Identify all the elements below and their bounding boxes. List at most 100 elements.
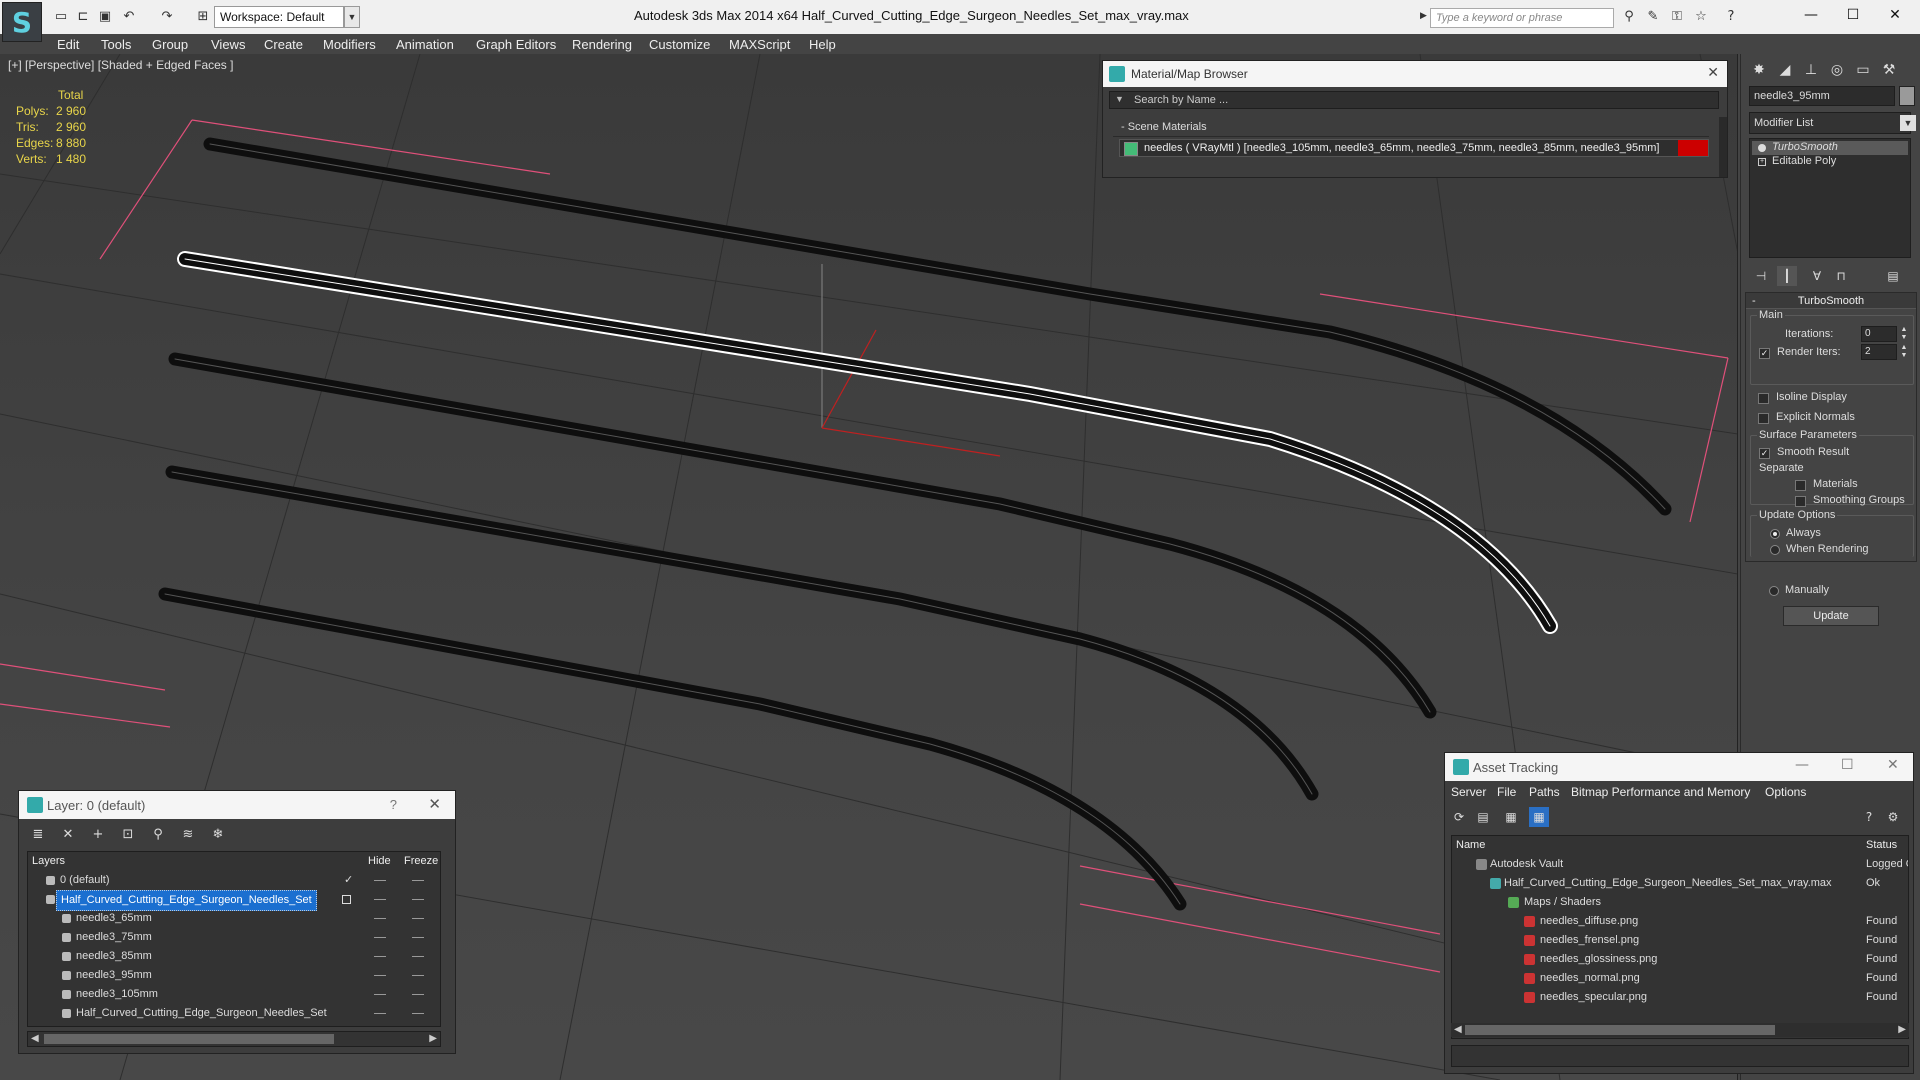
horizontal-scrollbar[interactable]: ◀ ▶ bbox=[1451, 1023, 1909, 1037]
modifier-list-dropdown[interactable]: Modifier List ▼ bbox=[1749, 112, 1916, 134]
add-to-layer-icon[interactable]: + bbox=[87, 825, 109, 845]
create-tab-icon[interactable]: ✸ bbox=[1747, 58, 1771, 82]
explicit-normals-checkbox[interactable] bbox=[1758, 413, 1769, 424]
stack-item-editable-poly[interactable]: + Editable Poly bbox=[1752, 155, 1908, 169]
close-icon[interactable]: ✕ bbox=[428, 795, 441, 813]
maximize-icon[interactable]: ☐ bbox=[1830, 0, 1876, 30]
layer-row[interactable]: needle3_105mm bbox=[28, 985, 440, 1004]
layer-row[interactable]: Half_Curved_Cutting_Edge_Surgeon_Needles… bbox=[28, 890, 440, 911]
menu-help[interactable]: Help bbox=[809, 37, 836, 52]
freeze-toggle[interactable] bbox=[412, 994, 424, 995]
menu-bitmap-performance[interactable]: Bitmap Performance and Memory bbox=[1571, 785, 1750, 799]
object-name-field[interactable]: needle3_95mm bbox=[1749, 86, 1895, 106]
hide-toggle[interactable] bbox=[374, 1013, 386, 1014]
hide-toggle[interactable] bbox=[374, 956, 386, 957]
pin-stack-icon[interactable]: ⊣ bbox=[1751, 266, 1771, 286]
minimize-icon[interactable]: — bbox=[1788, 0, 1834, 30]
object-color-swatch[interactable] bbox=[1899, 86, 1915, 106]
new-icon[interactable]: ▭ bbox=[52, 8, 70, 26]
project-folder-icon[interactable]: ⊞ bbox=[194, 8, 212, 26]
asset-row[interactable]: Autodesk Vault Logged O bbox=[1452, 855, 1908, 874]
menu-create[interactable]: Create bbox=[264, 37, 303, 52]
menu-rendering[interactable]: Rendering bbox=[572, 37, 632, 52]
hide-toggle[interactable] bbox=[374, 937, 386, 938]
make-unique-icon[interactable]: ∀ bbox=[1807, 266, 1827, 286]
scroll-right-icon[interactable]: ▶ bbox=[1898, 1023, 1906, 1037]
hierarchy-tab-icon[interactable]: ⊥ bbox=[1799, 58, 1823, 82]
key-icon[interactable]: ⚿ bbox=[1668, 8, 1686, 26]
asset-row[interactable]: needles_diffuse.png Found bbox=[1452, 912, 1908, 931]
highlight-layer-icon[interactable]: ⚲ bbox=[147, 825, 169, 845]
hide-toggle[interactable] bbox=[374, 975, 386, 976]
table-view-icon[interactable]: ▦ bbox=[1529, 807, 1549, 827]
hide-all-icon[interactable]: ≋ bbox=[177, 825, 199, 845]
menu-group[interactable]: Group bbox=[152, 37, 188, 52]
layer-row[interactable]: needle3_85mm bbox=[28, 947, 440, 966]
binoculars-icon[interactable]: ⚲ bbox=[1620, 8, 1638, 26]
material-row[interactable]: needles ( VRayMtl ) [needle3_105mm, need… bbox=[1119, 139, 1709, 157]
layer-row[interactable]: needle3_65mm bbox=[28, 909, 440, 928]
freeze-toggle[interactable] bbox=[412, 1013, 424, 1014]
close-icon[interactable]: ✕ bbox=[1707, 65, 1719, 81]
hide-toggle[interactable] bbox=[374, 899, 386, 900]
menu-tools[interactable]: Tools bbox=[101, 37, 131, 52]
freeze-toggle[interactable] bbox=[412, 937, 424, 938]
always-radio[interactable] bbox=[1770, 529, 1780, 539]
close-icon[interactable]: ✕ bbox=[1887, 757, 1899, 773]
menu-views[interactable]: Views bbox=[211, 37, 245, 52]
chevron-down-icon[interactable]: ▼ bbox=[1900, 115, 1916, 131]
display-tab-icon[interactable]: ▭ bbox=[1851, 58, 1875, 82]
help-icon[interactable]: ? bbox=[1722, 8, 1740, 26]
menu-modifiers[interactable]: Modifiers bbox=[323, 37, 376, 52]
app-logo-icon[interactable]: S bbox=[2, 2, 42, 42]
menu-graph-editors[interactable]: Graph Editors bbox=[476, 37, 556, 52]
freeze-all-icon[interactable]: ❄ bbox=[207, 825, 229, 845]
help-icon[interactable]: ? bbox=[1859, 807, 1879, 827]
iterations-spinner[interactable]: 0 bbox=[1861, 326, 1897, 342]
thumbnail-view-icon[interactable]: ▦ bbox=[1501, 807, 1521, 827]
menu-options[interactable]: Options bbox=[1765, 785, 1806, 799]
menu-paths[interactable]: Paths bbox=[1529, 785, 1560, 799]
scroll-left-icon[interactable]: ◀ bbox=[1454, 1023, 1462, 1037]
asset-row[interactable]: Half_Curved_Cutting_Edge_Surgeon_Needles… bbox=[1452, 874, 1908, 893]
materials-checkbox[interactable] bbox=[1795, 480, 1806, 491]
help-button[interactable]: ? bbox=[390, 797, 397, 812]
search-input[interactable]: Type a keyword or phrase bbox=[1430, 8, 1614, 28]
scroll-right-icon[interactable]: ▶ bbox=[429, 1032, 437, 1046]
workspace-dropdown[interactable]: Workspace: Default bbox=[214, 6, 344, 28]
delete-layer-icon[interactable]: ✕ bbox=[57, 825, 79, 845]
open-icon[interactable]: ⊏ bbox=[74, 8, 92, 26]
scrollbar-thumb[interactable] bbox=[44, 1034, 334, 1044]
menu-animation[interactable]: Animation bbox=[396, 37, 454, 52]
list-view-icon[interactable]: ▤ bbox=[1473, 807, 1493, 827]
spinner-arrows-icon[interactable]: ▲ ▼ bbox=[1899, 326, 1909, 342]
minimize-icon[interactable]: — bbox=[1795, 757, 1809, 773]
render-iters-checkbox[interactable]: ✓ bbox=[1759, 348, 1770, 359]
column-header[interactable]: Hide bbox=[368, 852, 391, 870]
menu-server[interactable]: Server bbox=[1451, 785, 1486, 799]
material-search-input[interactable]: Search by Name ... bbox=[1109, 91, 1719, 109]
viewport-label[interactable]: [+] [Perspective] [Shaded + Edged Faces … bbox=[8, 58, 233, 72]
search-expand-icon[interactable]: ▶ bbox=[1420, 10, 1427, 21]
configure-sets-icon[interactable]: ▤ bbox=[1883, 266, 1903, 286]
freeze-toggle[interactable] bbox=[412, 899, 424, 900]
chevron-down-icon[interactable]: ▼ bbox=[1115, 94, 1124, 104]
scene-materials-section[interactable]: - Scene Materials bbox=[1113, 119, 1709, 137]
render-iters-spinner[interactable]: 2 bbox=[1861, 344, 1897, 360]
menu-customize[interactable]: Customize bbox=[649, 37, 710, 52]
material-browser-header[interactable]: Material/Map Browser ✕ bbox=[1103, 61, 1727, 87]
rollout-header[interactable]: - TurboSmooth bbox=[1746, 293, 1916, 309]
motion-tab-icon[interactable]: ◎ bbox=[1825, 58, 1849, 82]
layer-dialog-header[interactable]: Layer: 0 (default) ? ✕ bbox=[19, 791, 455, 819]
redo-icon[interactable]: ↷ bbox=[158, 8, 176, 26]
layer-row[interactable]: needle3_95mm bbox=[28, 966, 440, 985]
horizontal-scrollbar[interactable]: ◀ ▶ bbox=[27, 1031, 441, 1047]
smoothing-groups-checkbox[interactable] bbox=[1795, 496, 1806, 507]
column-header[interactable]: Name bbox=[1456, 836, 1485, 854]
chevron-down-icon[interactable]: ▼ bbox=[344, 6, 360, 28]
smooth-result-checkbox[interactable]: ✓ bbox=[1759, 448, 1770, 459]
spinner-arrows-icon[interactable]: ▲ ▼ bbox=[1899, 344, 1909, 360]
save-icon[interactable]: ▣ bbox=[96, 8, 114, 26]
column-header[interactable]: Freeze bbox=[404, 852, 438, 870]
create-layer-icon[interactable]: ≣ bbox=[27, 825, 49, 845]
